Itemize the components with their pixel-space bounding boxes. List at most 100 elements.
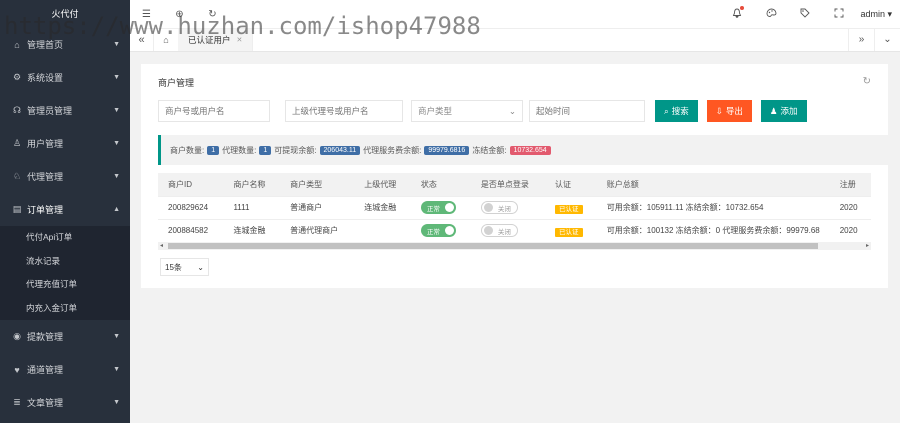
column-header[interactable]: 注册 <box>829 173 871 197</box>
sidebar-subitem-flow-records[interactable]: 流水记录 <box>0 250 130 274</box>
withdraw-icon: ◉ <box>13 331 21 341</box>
brand-logo: 火代付 <box>51 9 79 19</box>
agent-fee-badge: 99979.6816 <box>424 145 470 155</box>
sso-toggle[interactable]: 关闭 <box>480 224 518 237</box>
cell-name: 1111 <box>223 196 281 220</box>
cell-auth: 已认证 <box>545 196 597 220</box>
search-button[interactable]: ⌕ 搜索 <box>655 100 698 122</box>
export-button[interactable]: ⇩ 导出 <box>706 100 752 122</box>
status-toggle[interactable]: 正常 <box>420 224 456 237</box>
sidebar-item-channel-management[interactable]: ♥ 通道管理 ▼ <box>0 353 130 386</box>
scrollbar-thumb[interactable] <box>168 243 818 249</box>
sidebar-item-label: 管理员管理 <box>27 106 73 116</box>
column-header[interactable]: 账户总额 <box>596 173 830 197</box>
cell-auth: 已认证 <box>545 219 597 243</box>
column-header[interactable]: 认证 <box>545 173 597 197</box>
agent-fee-label: 代理服务费余额: <box>363 145 422 155</box>
sidebar-item-withdraw-management[interactable]: ◉ 提款管理 ▼ <box>0 320 130 353</box>
merchant-search-input[interactable] <box>158 100 270 122</box>
agent-count-badge: 1 <box>259 145 272 155</box>
merchant-table: 商户ID 商户名称 商户类型 上级代理 状态 是否单点登录 认证 账户总额 注册… <box>158 173 871 243</box>
toggle-knob <box>444 226 454 235</box>
add-button[interactable]: ♟ 添加 <box>760 100 807 122</box>
chevron-down-icon: ▼ <box>113 333 120 340</box>
cell-balance: 可用余额：100132 冻结余额：0 代理服务费余额：99979.68 <box>596 219 830 243</box>
frozen-amount-badge: 10732.654 <box>509 145 551 155</box>
tag-icon[interactable] <box>788 8 822 21</box>
agent-count-label: 代理数量: <box>222 145 257 155</box>
sidebar-subitem-agent-recharge[interactable]: 代理充值订单 <box>0 273 130 297</box>
merchant-management-card: 商户管理 ↻ 商户类型 ⌄ ⌕ 搜索 ⇩ 导出 ♟ 添加 商户数量: 1 代理数… <box>141 64 888 288</box>
sidebar-item-user-management[interactable]: ♙ 用户管理 ▼ <box>0 127 130 160</box>
cell-agent <box>354 219 411 243</box>
user-menu[interactable]: admin ▾ <box>856 9 896 20</box>
sidebar-item-label: 文章管理 <box>27 398 64 408</box>
scroll-right-arrow-icon[interactable]: ▸ <box>866 242 869 249</box>
column-header[interactable]: 上级代理 <box>354 173 411 197</box>
fullscreen-icon[interactable] <box>822 8 856 21</box>
column-header[interactable]: 商户ID <box>158 173 224 197</box>
chevron-down-icon: ▼ <box>113 140 120 147</box>
add-user-icon: ♟ <box>769 105 778 116</box>
article-icon: ≣ <box>13 397 21 407</box>
column-header[interactable]: 商户名称 <box>223 173 281 197</box>
sidebar-item-label: 订单管理 <box>27 205 64 215</box>
horizontal-scrollbar[interactable]: ◂ ▸ <box>158 242 871 250</box>
sidebar-item-order-management[interactable]: ▤ 订单管理 ▲ <box>0 193 130 226</box>
chevron-up-icon: ▲ <box>113 206 120 213</box>
globe-icon[interactable]: ⊕ <box>163 9 196 20</box>
sidebar-item-home[interactable]: ⌂ 管理首页 ▼ <box>0 28 130 61</box>
close-icon[interactable]: ✕ <box>237 36 243 44</box>
toggle-knob <box>483 226 493 235</box>
merchant-count-badge: 1 <box>207 145 220 155</box>
tab-options-chevron-icon[interactable]: ⌄ <box>874 29 900 51</box>
agent-search-input[interactable] <box>285 100 403 122</box>
top-bar: ☰ ⊕ ↻ admin ▾ <box>130 0 900 28</box>
bell-icon[interactable] <box>720 5 754 21</box>
sso-toggle[interactable]: 关闭 <box>480 201 518 214</box>
frozen-amount-label: 冻结金额: <box>472 145 507 155</box>
add-button-label: 添加 <box>780 106 798 116</box>
tab-verified-users[interactable]: 已认证用户 ✕ <box>178 29 254 51</box>
cell-reg: 2020 <box>829 196 871 220</box>
tab-home-icon[interactable]: ⌂ <box>154 35 178 45</box>
column-header[interactable]: 商户类型 <box>280 173 355 197</box>
cell-name: 连城金融 <box>223 219 281 243</box>
sidebar-item-label: 管理首页 <box>27 40 64 50</box>
cell-balance: 可用余额：105911.11 冻结余额：10732.654 <box>596 196 830 220</box>
user-icon: ♙ <box>12 138 22 148</box>
sidebar-item-admin-management[interactable]: ☊ 管理员管理 ▼ <box>0 94 130 127</box>
chevron-down-icon: ▼ <box>113 173 120 180</box>
page-size-select[interactable]: 15条 ⌄ <box>160 258 209 276</box>
scroll-left-arrow-icon[interactable]: ◂ <box>160 242 163 249</box>
merchant-type-select[interactable]: 商户类型 ⌄ <box>411 100 523 122</box>
start-time-input[interactable] <box>529 100 645 122</box>
status-toggle[interactable]: 正常 <box>420 201 456 214</box>
cell-type: 普通代理商户 <box>280 219 355 243</box>
stats-bar: 商户数量: 1 代理数量: 1 可提现余额: 206043.11 代理服务费余额… <box>158 135 888 165</box>
export-button-label: 导出 <box>725 106 743 116</box>
column-header[interactable]: 是否单点登录 <box>470 173 545 197</box>
theme-icon[interactable] <box>754 8 788 21</box>
reload-icon[interactable]: ↻ <box>863 76 871 87</box>
tab-scroll-left-icon[interactable]: « <box>130 29 154 51</box>
sidebar-item-article-management[interactable]: ≣ 文章管理 ▼ <box>0 386 130 419</box>
toggle-knob <box>483 203 493 212</box>
refresh-icon[interactable]: ↻ <box>196 9 229 20</box>
cell-sso: 关闭 <box>470 196 545 220</box>
cell-agent: 连城金融 <box>354 196 411 220</box>
sidebar-subitem-internal-deposit[interactable]: 内充入金订单 <box>0 297 130 321</box>
status-toggle-label: 正常 <box>426 205 440 213</box>
toggle-knob <box>444 203 454 212</box>
table-header-row: 商户ID 商户名称 商户类型 上级代理 状态 是否单点登录 认证 账户总额 注册 <box>158 173 871 197</box>
tab-scroll-right-icon[interactable]: » <box>848 29 874 51</box>
chevron-down-icon: ▼ <box>113 366 120 373</box>
chevron-down-icon: ⌄ <box>508 105 516 116</box>
sidebar-item-agent-management[interactable]: ♘ 代理管理 ▼ <box>0 160 130 193</box>
table-row: 200829624 1111 普通商户 连城金融 正常 关闭 已认证 可用余额：… <box>158 196 871 220</box>
sidebar-subitem-api-orders[interactable]: 代付Api订单 <box>0 226 130 250</box>
sidebar-item-system-settings[interactable]: ⚙ 系统设置 ▼ <box>0 61 130 94</box>
tab-label: 已认证用户 <box>188 35 231 45</box>
menu-toggle-icon[interactable]: ☰ <box>130 9 163 20</box>
column-header[interactable]: 状态 <box>410 173 471 197</box>
